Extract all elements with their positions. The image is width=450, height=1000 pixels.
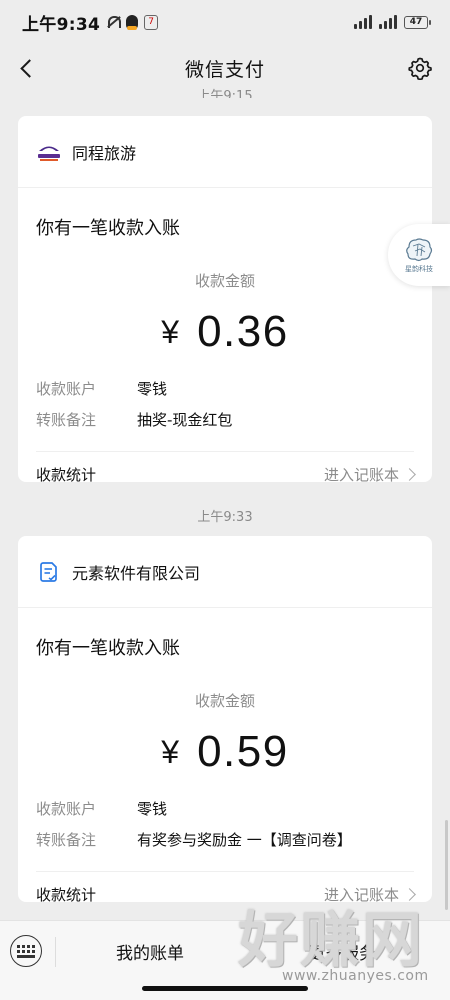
- card-body: 你有一笔收款入账 收款金额 ¥0.59 收款账户 零钱 转账备注 有奖参与奖励金…: [18, 634, 432, 851]
- floating-widget-label: 星韵科技: [405, 264, 433, 273]
- page-title: 微信支付: [184, 58, 265, 81]
- account-key: 收款账户: [36, 800, 97, 818]
- remark-key: 转账备注: [36, 831, 97, 849]
- stats-label: 收款统计: [36, 886, 97, 904]
- tongcheng-logo-icon: [36, 139, 62, 165]
- status-right: 47: [354, 15, 431, 29]
- account-row: 收款账户 零钱: [36, 799, 414, 820]
- keyboard-button[interactable]: [10, 935, 42, 967]
- chevron-right-icon: [403, 468, 416, 481]
- currency-symbol: ¥: [161, 314, 180, 350]
- notice-title: 你有一笔收款入账: [36, 218, 180, 239]
- signal-icon: [354, 15, 372, 29]
- amount-label: 收款金额: [194, 692, 255, 710]
- amount: ¥0.36: [36, 305, 414, 359]
- battery-icon: 47: [404, 15, 431, 29]
- document-icon: [36, 559, 62, 585]
- settings-button[interactable]: [406, 54, 434, 82]
- amount-value: 0.59: [197, 727, 289, 776]
- remark-key: 转账备注: [36, 411, 97, 429]
- amount-label: 收款金额: [194, 272, 255, 290]
- remark-row: 转账备注 抽奖-现金红包: [36, 410, 414, 431]
- scrollbar[interactable]: [445, 820, 448, 910]
- ledger-link[interactable]: 进入记账本: [323, 884, 416, 905]
- message-time-label: 上午9:33: [197, 510, 253, 525]
- card-header: 同程旅游: [18, 116, 432, 188]
- notice-title: 你有一笔收款入账: [36, 638, 180, 659]
- status-left: 上午9:34 7: [22, 10, 159, 35]
- remark-row: 转账备注 有奖参与奖励金 一【调查问卷】: [36, 830, 414, 851]
- keyboard-icon: [17, 944, 35, 958]
- stats-label: 收款统计: [36, 466, 97, 484]
- card-footer[interactable]: 收款统计 进入记账本: [36, 451, 416, 497]
- home-indicator[interactable]: [142, 986, 308, 991]
- currency-symbol: ¥: [161, 734, 180, 770]
- card-body: 你有一笔收款入账 收款金额 ¥0.36 收款账户 零钱 转账备注 抽奖-现金红包: [18, 214, 432, 431]
- account-value: 零钱: [137, 380, 168, 398]
- merchant-name: 同程旅游: [72, 143, 137, 163]
- ledger-link-label: 进入记账本: [323, 466, 399, 484]
- my-bills-menu[interactable]: 我的账单: [116, 939, 184, 964]
- amount-value: 0.36: [197, 307, 289, 356]
- brain-logo-icon: [406, 237, 433, 261]
- message-time-label: 上午9:15: [197, 89, 253, 98]
- status-time: 上午9:34: [22, 14, 101, 35]
- remark-value: 抽奖-现金红包: [137, 411, 233, 429]
- account-row: 收款账户 零钱: [36, 379, 414, 400]
- service-menu[interactable]: 更多服务: [308, 939, 376, 964]
- ledger-link[interactable]: 进入记账本: [323, 464, 416, 485]
- back-button[interactable]: [10, 52, 42, 84]
- qq-icon: [126, 14, 139, 30]
- account-value: 零钱: [137, 800, 168, 818]
- amount: ¥0.59: [36, 725, 414, 779]
- chevron-right-icon: [403, 888, 416, 901]
- payment-card[interactable]: 元素软件有限公司 你有一笔收款入账 收款金额 ¥0.59 收款账户 零钱 转账备…: [18, 536, 432, 904]
- mute-bell-icon: [106, 15, 122, 29]
- calendar-icon: 7: [144, 14, 159, 30]
- card-header: 元素软件有限公司: [18, 536, 432, 608]
- floating-widget[interactable]: 星韵科技: [388, 224, 450, 286]
- card-footer[interactable]: 收款统计 进入记账本: [36, 871, 416, 917]
- payment-card[interactable]: 同程旅游 你有一笔收款入账 收款金额 ¥0.36 收款账户 零钱 转账备注 抽奖…: [18, 116, 432, 484]
- account-key: 收款账户: [36, 380, 97, 398]
- bar-divider: [55, 937, 56, 967]
- gear-icon: [408, 57, 432, 80]
- back-arrow-icon: [19, 58, 39, 78]
- merchant-name: 元素软件有限公司: [72, 563, 201, 583]
- signal-4g-icon: [379, 15, 397, 29]
- ledger-link-label: 进入记账本: [323, 886, 399, 904]
- status-bar: 上午9:34 7 47: [0, 0, 450, 44]
- remark-value: 有奖参与奖励金 一【调查问卷】: [137, 831, 352, 849]
